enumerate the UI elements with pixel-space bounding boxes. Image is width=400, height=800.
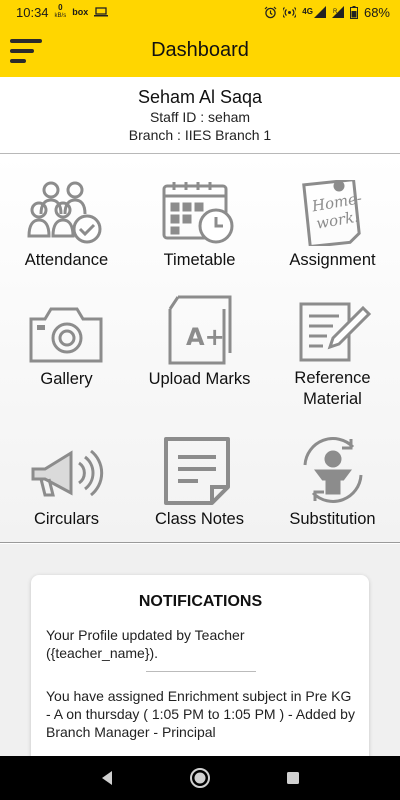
grade-document-icon: A+ [168, 295, 231, 365]
tile-class-notes[interactable]: Class Notes [133, 435, 266, 530]
staff-id: Staff ID : seham [149, 109, 251, 125]
tile-label: Reference Material [294, 369, 371, 408]
back-triangle-icon [101, 771, 112, 785]
tile-substitution[interactable]: Substitution [266, 435, 399, 530]
tile-label: Class Notes [155, 510, 244, 528]
signal-2-icon: R [331, 6, 344, 18]
tile-label: Assignment [289, 251, 376, 269]
attendance-icon [26, 181, 101, 244]
battery-icon [349, 5, 358, 19]
profile-header: Seham Al Saqa Staff ID : seham Branch : … [0, 77, 400, 154]
tile-label: Circulars [33, 510, 100, 528]
status-time: 10:34 [16, 4, 49, 20]
user-name: Seham Al Saqa [137, 87, 263, 107]
substitution-icon [303, 437, 362, 503]
branch-name: Branch : IIES Branch 1 [128, 127, 272, 143]
app-bar: Dashboard [0, 24, 400, 77]
timetable-icon [162, 182, 233, 244]
notes-icon [163, 437, 230, 505]
page-title: Dashboard [151, 39, 249, 61]
system-nav-bar [0, 756, 400, 800]
camera-icon [29, 307, 102, 363]
notification-item[interactable]: Your Profile updated by Teacher ({teache… [46, 626, 355, 662]
tile-upload-marks[interactable]: A+ Upload Marks [133, 295, 266, 390]
back-button[interactable] [92, 763, 122, 793]
tile-label: Attendance [24, 251, 109, 269]
hamburger-menu-icon [10, 39, 42, 63]
notifications-card[interactable]: NOTIFICATIONS Your Profile updated by Te… [31, 575, 369, 765]
signal-icon: 4G [302, 6, 326, 18]
tile-label: Substitution [289, 510, 376, 528]
tile-label: Timetable [163, 251, 236, 269]
status-bar: 10:34 0 kB/s box 4G R 68% [0, 0, 400, 24]
tile-circulars[interactable]: Circulars [0, 443, 133, 530]
edit-document-icon [299, 302, 371, 362]
recents-square-icon [287, 772, 300, 784]
svg-text:A+: A+ [186, 323, 225, 351]
hotspot-icon [283, 6, 297, 19]
home-circle-icon [189, 768, 210, 788]
laptop-icon [94, 7, 109, 17]
tile-label: Gallery [40, 370, 93, 388]
dashboard-grid: Attendance Timetable Home- work! Assignm… [0, 155, 400, 543]
homework-icon: Home- work! [301, 180, 363, 246]
tile-assignment[interactable]: Home- work! Assignment [266, 180, 399, 271]
home-button[interactable] [185, 763, 215, 793]
battery-percent: 68% [363, 4, 390, 20]
network-speed: 0 kB/s [54, 3, 67, 20]
menu-button[interactable] [10, 36, 44, 66]
megaphone-icon [31, 449, 103, 497]
notifications-title: NOTIFICATIONS [138, 593, 263, 610]
notifications-area: NOTIFICATIONS Your Profile updated by Te… [0, 544, 400, 765]
divider [145, 671, 256, 672]
tile-reference-material[interactable]: Reference Material [266, 300, 399, 410]
alarm-icon [264, 6, 277, 19]
tile-attendance[interactable]: Attendance [0, 180, 133, 271]
recents-button[interactable] [278, 763, 308, 793]
box-label: box [72, 7, 89, 17]
svg-text:R: R [333, 9, 338, 15]
tile-label: Upload Marks [148, 370, 251, 388]
notification-item[interactable]: You have assigned Enrichment subject in … [46, 687, 355, 741]
tile-timetable[interactable]: Timetable [133, 180, 266, 271]
tile-gallery[interactable]: Gallery [0, 305, 133, 390]
